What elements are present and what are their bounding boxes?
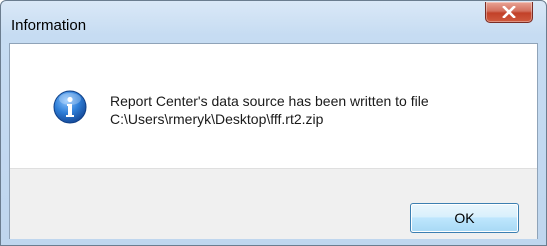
message-area: Report Center's data source has been wri… xyxy=(10,44,537,168)
dialog-client-area: Report Center's data source has been wri… xyxy=(9,43,538,239)
message-line-2: C:\Users\rmeryk\Desktop\fff.rt2.zip xyxy=(110,111,324,127)
button-bar: OK xyxy=(10,168,537,239)
information-icon xyxy=(53,90,87,124)
message-text: Report Center's data source has been wri… xyxy=(110,92,429,128)
message-line-1: Report Center's data source has been wri… xyxy=(110,93,429,109)
close-icon xyxy=(502,6,516,18)
window-title: Information xyxy=(11,17,87,34)
ok-button[interactable]: OK xyxy=(410,203,519,233)
close-button[interactable] xyxy=(485,2,533,23)
dialog-window: Information Report Center's data source … xyxy=(0,0,547,246)
title-bar[interactable]: Information xyxy=(1,1,546,41)
